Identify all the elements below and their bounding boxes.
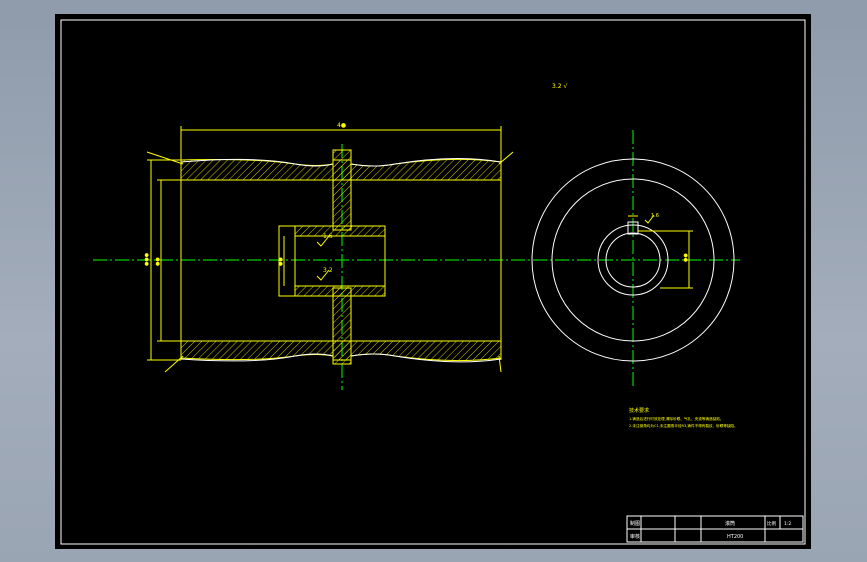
tech-title: 技术要求 (629, 407, 649, 414)
tech-line-1: 1.铸造后进行时效处理,清除砂眼、气孔、夹渣等铸造缺陷。 (629, 416, 723, 421)
web-bottom (332, 287, 352, 365)
tb-scale-value: 1:2 (784, 521, 791, 527)
tb-label-check: 审核 (630, 533, 640, 540)
leader-top-left (146, 151, 184, 165)
cad-drawing: 1.6 3.2 4● ●●● ●● ●● 1.6 ●● 3.2 √ 技术要求 1… (60, 19, 806, 545)
roughness-hub-text: 1.6 (323, 233, 333, 240)
title-block (626, 515, 804, 543)
tech-line-2: 2.未注倒角均为C1,未注圆角半径R3,铸件不得有裂纹、砂眼等缺陷。 (629, 423, 738, 428)
web-top (332, 149, 352, 231)
dim-length-text: 4● (337, 122, 346, 129)
hub-top-section (294, 225, 386, 237)
top-note: 3.2 √ (552, 83, 567, 90)
roughness-small-text: 1.6 (651, 213, 659, 219)
tb-material: HT200 (727, 534, 743, 540)
roughness-bore-text: 3.2 (323, 267, 333, 274)
dim-inner-text: ●● (155, 257, 161, 266)
dim-bore-text: ●● (278, 257, 284, 266)
tb-scale-label: 比例 (767, 520, 776, 527)
tb-label-draw: 制图 (630, 520, 640, 527)
leader-bottom-left (164, 355, 184, 373)
drawing-sheet: 1.6 3.2 4● ●●● ●● ●● 1.6 ●● 3.2 √ 技术要求 1… (55, 14, 811, 549)
tb-part-name: 滚筒 (725, 520, 735, 527)
inner-border (60, 19, 806, 545)
dim-keyway-text: ●● (683, 253, 689, 262)
hub-bottom-section (294, 285, 386, 297)
dim-outer-text: ●●● (144, 252, 150, 266)
